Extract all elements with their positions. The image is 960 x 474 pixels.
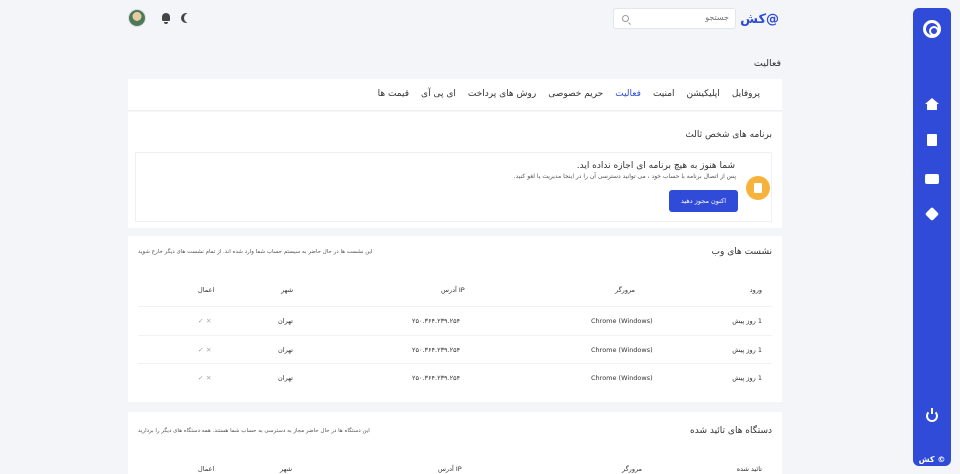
third-party-title: برنامه های شخص ثالث bbox=[685, 130, 772, 140]
devices-title: دستگاه های تائید شده bbox=[690, 426, 772, 436]
header-ip: IP آدرس bbox=[441, 286, 465, 294]
check-icon[interactable]: ✓ bbox=[198, 346, 203, 354]
row-city: تهران bbox=[278, 317, 293, 325]
tab-privacy[interactable]: حریم خصوصی bbox=[548, 89, 603, 99]
third-party-box: شما هنوز به هیچ برنامه ای اجازه نداده ای… bbox=[135, 152, 772, 222]
tab-profile[interactable]: پروفایل bbox=[732, 89, 760, 99]
sidebar-brand: © کش bbox=[918, 455, 946, 464]
tab-pricing[interactable]: قیمت ها bbox=[378, 89, 409, 99]
header-actions: اعمال bbox=[198, 286, 215, 294]
table-header: تائید شده مرورگر IP آدرس شهر اعمال bbox=[138, 465, 772, 474]
document-icon bbox=[746, 176, 770, 200]
topbar: @کش bbox=[0, 0, 905, 36]
tab-security[interactable]: امنیت bbox=[653, 89, 675, 99]
devices-note: این دستگاه ها در حال حاضر مجاز به دسترسی… bbox=[138, 428, 370, 434]
check-icon[interactable]: ✓ bbox=[198, 317, 203, 325]
tab-application[interactable]: اپلیکیشن bbox=[687, 89, 720, 99]
close-icon[interactable]: ✕ bbox=[206, 317, 211, 325]
sidebar: © کش bbox=[913, 8, 951, 466]
row-city: تهران bbox=[278, 374, 293, 382]
moon-icon[interactable] bbox=[184, 13, 194, 23]
home-icon[interactable] bbox=[925, 98, 939, 110]
header-browser: مرورگر bbox=[615, 286, 636, 294]
wallet-icon[interactable] bbox=[925, 172, 939, 184]
tab-api[interactable]: ای پی آی bbox=[421, 89, 456, 99]
check-icon[interactable]: ✓ bbox=[198, 374, 203, 382]
web-sessions-note: این نشست ها در حال حاضر به سیستم حساب شم… bbox=[138, 249, 373, 255]
row-browser: Chrome (Windows) bbox=[591, 317, 653, 325]
row-ip: ۲۵۰.۳۶۴.۲۳۹.۲۵۴ bbox=[412, 374, 461, 382]
third-party-heading: شما هنوز به هیچ برنامه ای اجازه نداده ای… bbox=[576, 161, 735, 171]
tabs-card: پروفایل اپلیکیشن امنیت فعالیت حریم خصوصی… bbox=[128, 79, 782, 111]
header-actions: اعمال bbox=[198, 465, 215, 473]
brand-logo[interactable]: @کش bbox=[740, 12, 779, 27]
close-icon[interactable]: ✕ bbox=[206, 374, 211, 382]
header-login: ورود bbox=[749, 286, 762, 294]
table-row: 1 روز پیش Chrome (Windows) ۲۵۰.۳۶۴.۲۳۹.۲… bbox=[138, 363, 772, 391]
header-ip: IP آدرس bbox=[438, 465, 462, 473]
search-icon[interactable] bbox=[622, 15, 629, 22]
table-row: 1 روز پیش Chrome (Windows) ۲۵۰.۳۶۴.۲۳۹.۲… bbox=[138, 335, 772, 363]
header-city: شهر bbox=[280, 465, 293, 473]
tag-icon[interactable] bbox=[925, 208, 939, 220]
table-row: 1 روز پیش Chrome (Windows) ۲۵۰.۳۶۴.۲۳۹.۲… bbox=[138, 306, 772, 334]
document-icon[interactable] bbox=[925, 134, 939, 146]
web-sessions-title: نشست های وب bbox=[711, 247, 772, 257]
row-login: 1 روز پیش bbox=[732, 346, 762, 354]
avatar[interactable] bbox=[128, 9, 146, 27]
tab-activity[interactable]: فعالیت bbox=[615, 89, 641, 99]
row-ip: ۲۵۰.۳۶۴.۲۳۹.۲۵۴ bbox=[412, 346, 461, 354]
row-browser: Chrome (Windows) bbox=[591, 374, 653, 382]
logo-icon[interactable] bbox=[923, 20, 941, 38]
tab-payment-methods[interactable]: روش های پرداخت bbox=[468, 89, 536, 99]
third-party-subtext: پس از اتصال برنامه با حساب خود ، می توان… bbox=[513, 173, 736, 180]
authorize-button[interactable]: اکنون مجوز دهید bbox=[669, 190, 738, 212]
power-icon[interactable] bbox=[926, 408, 938, 422]
header-city: شهر bbox=[281, 286, 294, 294]
search-box[interactable] bbox=[613, 8, 736, 29]
header-verified: تائید شده bbox=[736, 465, 762, 473]
row-browser: Chrome (Windows) bbox=[591, 346, 653, 354]
table-header: ورود مرورگر IP آدرس شهر اعمال bbox=[138, 286, 772, 306]
row-ip: ۲۵۰.۳۶۴.۲۳۹.۲۵۴ bbox=[412, 317, 461, 325]
row-city: تهران bbox=[278, 346, 293, 354]
bell-icon[interactable] bbox=[162, 13, 170, 24]
close-icon[interactable]: ✕ bbox=[206, 346, 211, 354]
row-login: 1 روز پیش bbox=[732, 317, 762, 325]
header-browser: مرورگر bbox=[622, 465, 643, 473]
tabs: پروفایل اپلیکیشن امنیت فعالیت حریم خصوصی… bbox=[378, 89, 760, 99]
row-login: 1 روز پیش bbox=[732, 374, 762, 382]
search-input[interactable] bbox=[639, 13, 729, 22]
page-title: فعالیت bbox=[753, 58, 781, 69]
